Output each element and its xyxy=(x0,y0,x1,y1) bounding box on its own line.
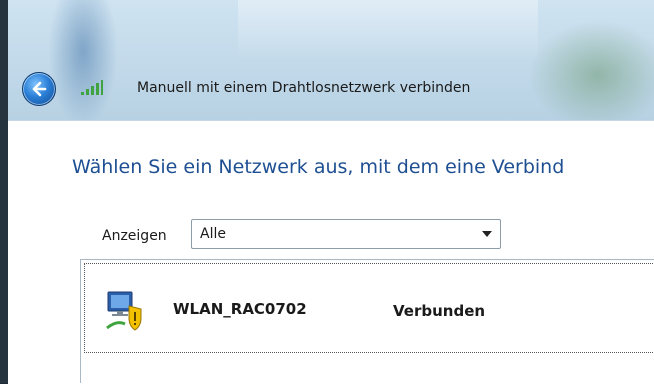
network-name: WLAN_RAC0702 xyxy=(173,300,307,318)
window-title: Manuell mit einem Drahtlosnetzwerk verbi… xyxy=(137,80,471,96)
chevron-down-icon[interactable] xyxy=(482,231,492,237)
network-filter-dropdown[interactable]: Alle xyxy=(191,219,501,249)
wifi-signal-icon xyxy=(81,80,103,95)
network-list-item[interactable]: WLAN_RAC0702 Verbunden xyxy=(84,263,654,353)
glass-decoration xyxy=(238,0,538,60)
glass-decoration xyxy=(48,0,118,128)
network-list: WLAN_RAC0702 Verbunden xyxy=(80,259,654,383)
dropdown-selected-value: Alle xyxy=(200,226,226,242)
back-arrow-icon xyxy=(32,81,47,97)
filter-label: Anzeigen xyxy=(102,228,167,244)
back-button[interactable] xyxy=(22,72,56,106)
network-status: Verbunden xyxy=(393,302,486,320)
page-heading: Wählen Sie ein Netzwerk aus, mit dem ein… xyxy=(72,156,565,178)
network-security-icon xyxy=(106,291,142,331)
glass-decoration xyxy=(528,20,654,130)
